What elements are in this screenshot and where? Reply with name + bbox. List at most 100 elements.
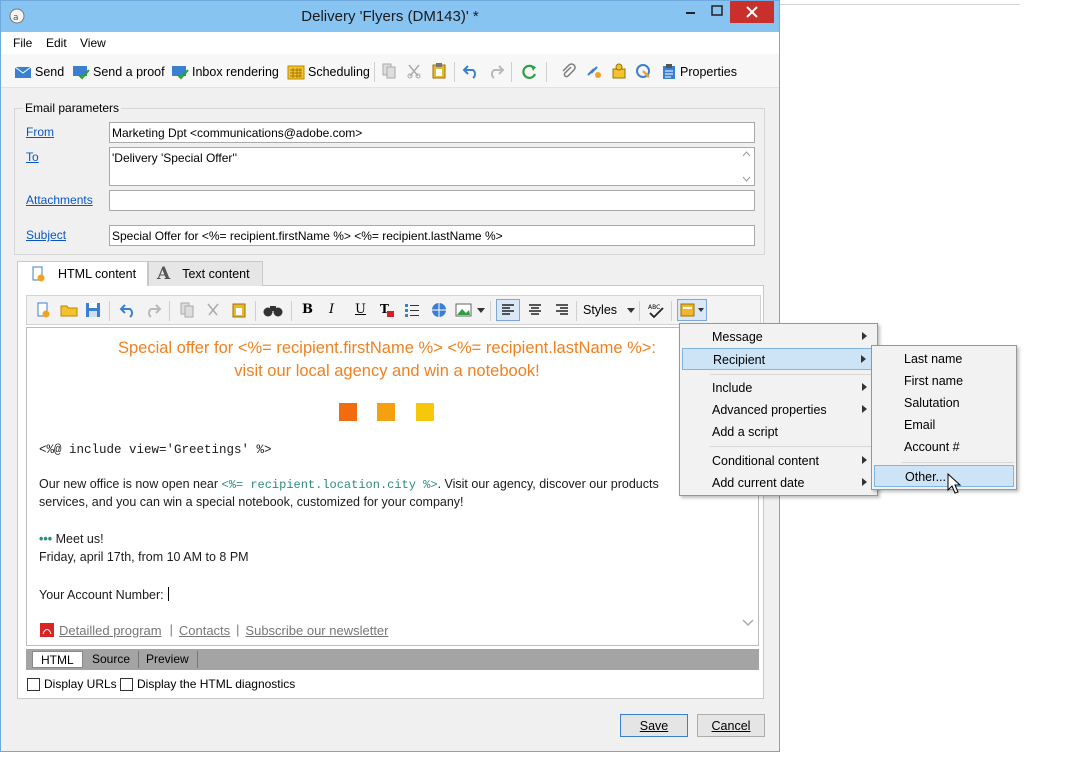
- link-globe-icon[interactable]: [430, 302, 448, 318]
- tab-source[interactable]: Source: [84, 651, 140, 668]
- text-cursor: [167, 587, 169, 601]
- menu-item-first-name[interactable]: First name: [874, 370, 1014, 392]
- scroll-down-icon[interactable]: [742, 619, 754, 627]
- subject-field[interactable]: Special Offer for <%= recipient.firstNam…: [109, 225, 755, 246]
- menu-item-include[interactable]: Include: [682, 377, 875, 399]
- copy-icon[interactable]: [381, 63, 397, 79]
- editor-mode-tabs: HTML Source Preview: [26, 649, 759, 670]
- new-doc-icon[interactable]: [35, 302, 51, 318]
- send-button[interactable]: Send: [14, 62, 64, 82]
- minimize-icon[interactable]: [677, 1, 705, 23]
- attachments-field[interactable]: [109, 190, 755, 211]
- italic-icon[interactable]: I: [329, 302, 334, 317]
- text-color-icon[interactable]: T: [379, 302, 395, 318]
- underline-icon[interactable]: U: [355, 302, 366, 317]
- tab-text-content[interactable]: A Text content: [148, 261, 263, 286]
- open-folder-icon[interactable]: [60, 302, 78, 318]
- cut-icon[interactable]: [406, 63, 422, 79]
- detailled-program-link[interactable]: Detailled program: [59, 623, 162, 638]
- spellcheck-icon[interactable]: ABC: [647, 302, 665, 320]
- clipboard-icon: [663, 64, 675, 79]
- maximize-icon[interactable]: [703, 1, 731, 23]
- menu-file[interactable]: File: [13, 36, 32, 50]
- menu-edit[interactable]: Edit: [46, 36, 67, 50]
- chevron-right-icon: [862, 332, 867, 340]
- redo-icon[interactable]: [487, 63, 505, 79]
- chevron-right-icon: [862, 383, 867, 391]
- html-editor[interactable]: Special offer for <%= recipient.firstNam…: [26, 327, 759, 646]
- orange-square: [377, 403, 395, 421]
- menu-item-other[interactable]: Other...: [874, 465, 1014, 487]
- event-date: Friday, april 17th, from 10 AM to 8 PM: [39, 550, 249, 564]
- menu-item-salutation[interactable]: Salutation: [874, 392, 1014, 414]
- menu-item-last-name[interactable]: Last name: [874, 348, 1014, 370]
- undo-icon[interactable]: [462, 63, 480, 79]
- tab-html[interactable]: HTML: [32, 651, 83, 668]
- save-button[interactable]: Save: [620, 714, 688, 737]
- contacts-link[interactable]: Contacts: [179, 623, 230, 638]
- chevron-down-icon[interactable]: [627, 308, 635, 313]
- menu-item-conditional-content[interactable]: Conditional content: [682, 450, 875, 472]
- tracking-icon[interactable]: [635, 63, 653, 79]
- undo-icon[interactable]: [119, 302, 137, 318]
- tab-preview[interactable]: Preview: [138, 651, 198, 668]
- menu-item-account[interactable]: Account #: [874, 436, 1014, 458]
- to-link[interactable]: To: [26, 150, 39, 164]
- paste-icon[interactable]: [231, 302, 247, 318]
- menu-item-message[interactable]: Message: [682, 326, 875, 348]
- account-number: Your Account Number:: [39, 587, 169, 602]
- scroll-up-icon[interactable]: [742, 151, 751, 157]
- window-title: Delivery 'Flyers (DM143)' *: [301, 8, 479, 25]
- display-urls-checkbox[interactable]: Display URLs: [27, 677, 117, 691]
- refresh-icon[interactable]: [520, 63, 538, 81]
- newsletter-link[interactable]: Subscribe our newsletter: [245, 623, 388, 638]
- menu-item-email[interactable]: Email: [874, 414, 1014, 436]
- chevron-right-icon: [862, 478, 867, 486]
- chevron-down-icon[interactable]: [477, 308, 485, 313]
- pdf-icon: [39, 622, 55, 638]
- email-parameters-legend: Email parameters: [23, 101, 122, 115]
- bold-icon[interactable]: B: [302, 302, 313, 317]
- tab-html-content[interactable]: HTML content: [17, 261, 148, 286]
- scheduling-button[interactable]: Scheduling: [287, 62, 370, 82]
- title-bar[interactable]: a Delivery 'Flyers (DM143)' *: [1, 1, 779, 32]
- image-icon[interactable]: [455, 302, 473, 318]
- list-icon[interactable]: [404, 302, 420, 318]
- yellow-square: [416, 403, 434, 421]
- align-center-icon[interactable]: [527, 302, 543, 318]
- properties-button[interactable]: Properties: [661, 62, 737, 82]
- editor-toolbar: B I U T Styles ABC: [26, 295, 761, 325]
- cut-icon[interactable]: [205, 302, 221, 318]
- save-disk-icon[interactable]: [85, 302, 101, 318]
- subject-link[interactable]: Subject: [26, 228, 66, 242]
- menu-item-add-current-date[interactable]: Add current date: [682, 472, 875, 494]
- cancel-button[interactable]: Cancel: [697, 714, 765, 737]
- to-value: 'Delivery 'Special Offer'': [112, 151, 237, 165]
- menu-item-advanced-properties[interactable]: Advanced properties: [682, 399, 875, 421]
- meet-us: ••• Meet us!: [39, 532, 104, 546]
- personalization-icon[interactable]: [677, 299, 707, 321]
- from-field[interactable]: Marketing Dpt <communications@adobe.com>: [109, 122, 755, 143]
- menu-view[interactable]: View: [80, 36, 106, 50]
- from-link[interactable]: From: [26, 125, 54, 139]
- align-right-icon[interactable]: [554, 302, 570, 318]
- personalize-icon[interactable]: [610, 63, 628, 79]
- menu-item-recipient[interactable]: Recipient: [682, 348, 875, 370]
- copy-icon[interactable]: [179, 302, 195, 318]
- mouse-pointer-icon: [947, 473, 963, 495]
- link-icon[interactable]: [585, 63, 603, 79]
- close-icon[interactable]: [730, 1, 774, 23]
- find-binoculars-icon[interactable]: [263, 302, 283, 318]
- to-field[interactable]: 'Delivery 'Special Offer'': [109, 147, 755, 186]
- attachments-link[interactable]: Attachments: [26, 193, 93, 207]
- menu-item-add-script[interactable]: Add a script: [682, 421, 875, 443]
- inbox-rendering-button[interactable]: Inbox rendering: [171, 62, 279, 82]
- redo-icon[interactable]: [144, 302, 162, 318]
- styles-dropdown[interactable]: Styles: [583, 303, 617, 317]
- send-proof-button[interactable]: Send a proof: [72, 62, 165, 82]
- scroll-down-icon[interactable]: [742, 176, 751, 182]
- display-diagnostics-checkbox[interactable]: Display the HTML diagnostics: [120, 677, 295, 691]
- align-left-icon[interactable]: [496, 299, 520, 321]
- paste-icon[interactable]: [431, 63, 447, 79]
- attachment-icon[interactable]: [560, 63, 576, 79]
